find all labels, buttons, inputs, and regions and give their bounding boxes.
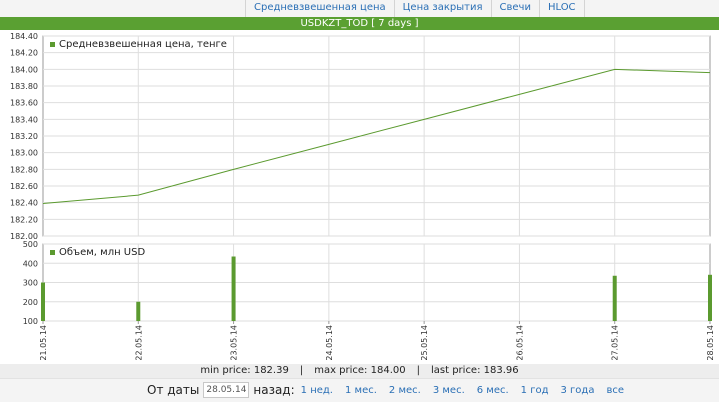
tab-hloc[interactable]: HLOC [538, 0, 585, 17]
price-y-tick-label: 183.60 [10, 99, 38, 108]
chart-title: USDKZT_TOD [ 7 days ] [0, 17, 719, 30]
x-tick-label: 24.05.14 [325, 325, 334, 361]
x-tick-label: 22.05.14 [134, 325, 143, 361]
back-label: назад: [253, 383, 295, 397]
price-volume-chart: 182.00182.20182.40182.60182.80183.00183.… [10, 32, 715, 361]
period-all[interactable]: все [606, 385, 624, 396]
last-price: last price: 183.96 [430, 365, 519, 376]
volume-bar [231, 256, 236, 321]
x-tick-label: 28.05.14 [706, 325, 715, 361]
tab-close-price[interactable]: Цена закрытия [393, 0, 491, 17]
x-tick-label: 27.05.14 [611, 325, 620, 361]
from-date-label: От даты [147, 383, 200, 397]
price-y-tick-label: 184.20 [10, 49, 38, 58]
volume-bar [136, 301, 141, 321]
x-tick-label: 26.05.14 [515, 325, 524, 361]
period-6-months[interactable]: 6 мес. [477, 385, 509, 396]
price-legend-swatch [50, 42, 55, 47]
price-y-tick-label: 183.80 [10, 82, 38, 91]
price-legend-label: Средневзвешенная цена, тенге [59, 39, 227, 50]
x-tick-label: 25.05.14 [420, 325, 429, 361]
period-1-year[interactable]: 1 год [521, 385, 549, 396]
price-y-tick-label: 182.60 [10, 182, 38, 191]
stats-separator: | [299, 365, 304, 376]
volume-y-tick-label: 400 [23, 259, 38, 268]
price-y-tick-label: 183.00 [10, 149, 38, 158]
max-price: max price: 184.00 [314, 365, 406, 376]
volume-bar [708, 274, 712, 321]
volume-y-tick-label: 500 [23, 240, 38, 249]
price-stats: min price: 182.39 | max price: 184.00 | last… [0, 364, 719, 378]
chart-type-nav: Средневзвешенная цена Цена закрытия Свеч… [0, 0, 719, 18]
volume-bar [41, 282, 45, 321]
volume-y-tick-label: 100 [23, 317, 38, 326]
date-filter-row: От даты назад: 1 нед. 1 мес. 2 мес. 3 ме… [147, 382, 636, 398]
period-1-month[interactable]: 1 мес. [345, 385, 377, 396]
price-y-tick-label: 183.20 [10, 132, 38, 141]
period-1-week[interactable]: 1 нед. [301, 385, 333, 396]
volume-y-tick-label: 200 [23, 298, 38, 307]
period-2-months[interactable]: 2 мес. [389, 385, 421, 396]
volume-legend-label: Объем, млн USD [59, 247, 145, 258]
price-y-tick-label: 182.20 [10, 215, 38, 224]
x-tick-label: 23.05.14 [230, 325, 239, 361]
chart-type-tabs: Средневзвешенная цена Цена закрытия Свеч… [245, 0, 585, 17]
period-3-months[interactable]: 3 мес. [433, 385, 465, 396]
volume-y-tick-label: 300 [23, 279, 38, 288]
stats-separator: | [416, 365, 420, 376]
period-3-years[interactable]: 3 года [561, 385, 595, 396]
price-y-tick-label: 184.40 [10, 32, 38, 41]
price-y-tick-label: 182.80 [10, 165, 38, 174]
price-y-tick-label: 182.40 [10, 199, 38, 208]
volume-legend-swatch [50, 250, 55, 255]
from-date-input[interactable] [203, 382, 250, 398]
tab-candles[interactable]: Свечи [490, 0, 539, 17]
price-y-tick-label: 184.00 [10, 65, 38, 74]
price-y-tick-label: 183.40 [10, 115, 38, 124]
min-price: min price: 182.39 [200, 365, 289, 376]
volume-bar [612, 275, 617, 321]
date-filter-bar: От даты назад: 1 нед. 1 мес. 2 мес. 3 ме… [0, 378, 719, 402]
x-tick-label: 21.05.14 [39, 325, 48, 361]
tab-weighted-price[interactable]: Средневзвешенная цена [245, 0, 394, 17]
